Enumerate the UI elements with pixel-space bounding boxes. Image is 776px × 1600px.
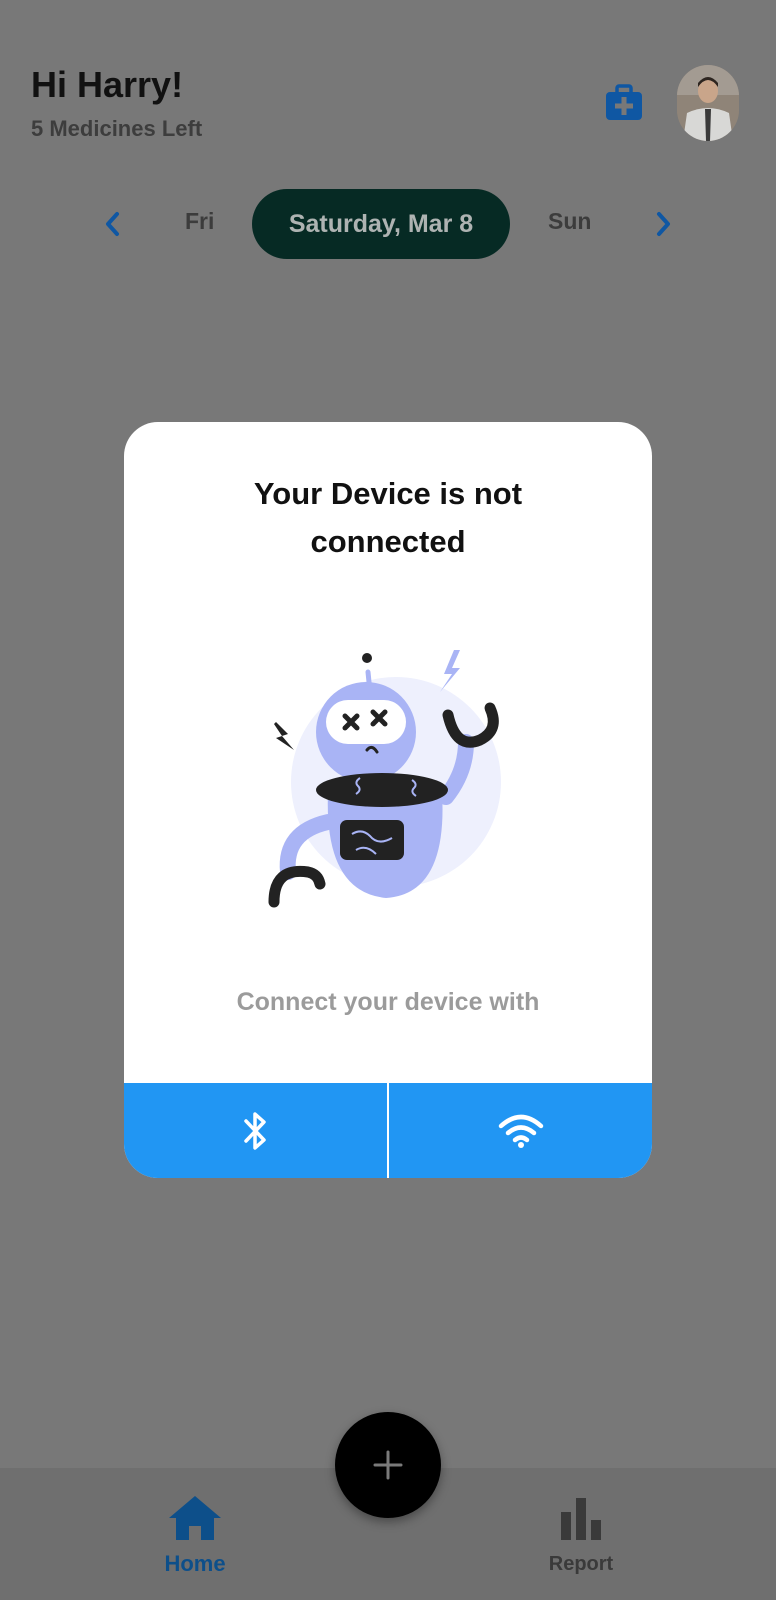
medical-kit-button[interactable] (604, 82, 644, 122)
plus-icon (373, 1450, 403, 1480)
day-next[interactable]: Sun (548, 208, 591, 235)
connection-options (124, 1083, 652, 1178)
user-avatar[interactable] (677, 65, 739, 141)
greeting-title: Hi Harry! (31, 64, 184, 105)
home-icon (169, 1496, 221, 1540)
day-selected[interactable]: Saturday, Mar 8 (252, 189, 510, 259)
medicines-left-count: 5 Medicines Left (31, 116, 203, 141)
broken-robot-illustration (266, 622, 526, 922)
device-not-connected-dialog: Your Device is not connected Connect you… (124, 422, 652, 1178)
wifi-icon (498, 1114, 543, 1148)
chevron-right-icon (657, 212, 670, 236)
dialog-title-line2: connected (310, 524, 466, 559)
nav-report-label: Report (548, 1553, 614, 1575)
nav-report[interactable]: Report (536, 1494, 626, 1576)
connect-prompt: Connect your device with (236, 988, 540, 1016)
dialog-title-line1: Your Device is not (253, 476, 523, 511)
dialog-title: Your Device is not connected (124, 470, 652, 566)
next-day-button[interactable] (650, 206, 678, 242)
nav-home[interactable]: Home (150, 1494, 240, 1577)
bluetooth-icon (243, 1111, 266, 1150)
bar-chart-icon (561, 1498, 601, 1540)
previous-day-button[interactable] (98, 206, 126, 242)
medical-kit-icon (606, 84, 642, 120)
day-previous[interactable]: Fri (185, 208, 214, 235)
chevron-left-icon (106, 212, 119, 236)
wifi-connect-button[interactable] (389, 1083, 652, 1178)
nav-home-label: Home (164, 1551, 226, 1576)
add-medicine-button[interactable] (335, 1412, 441, 1518)
bluetooth-connect-button[interactable] (124, 1083, 387, 1178)
